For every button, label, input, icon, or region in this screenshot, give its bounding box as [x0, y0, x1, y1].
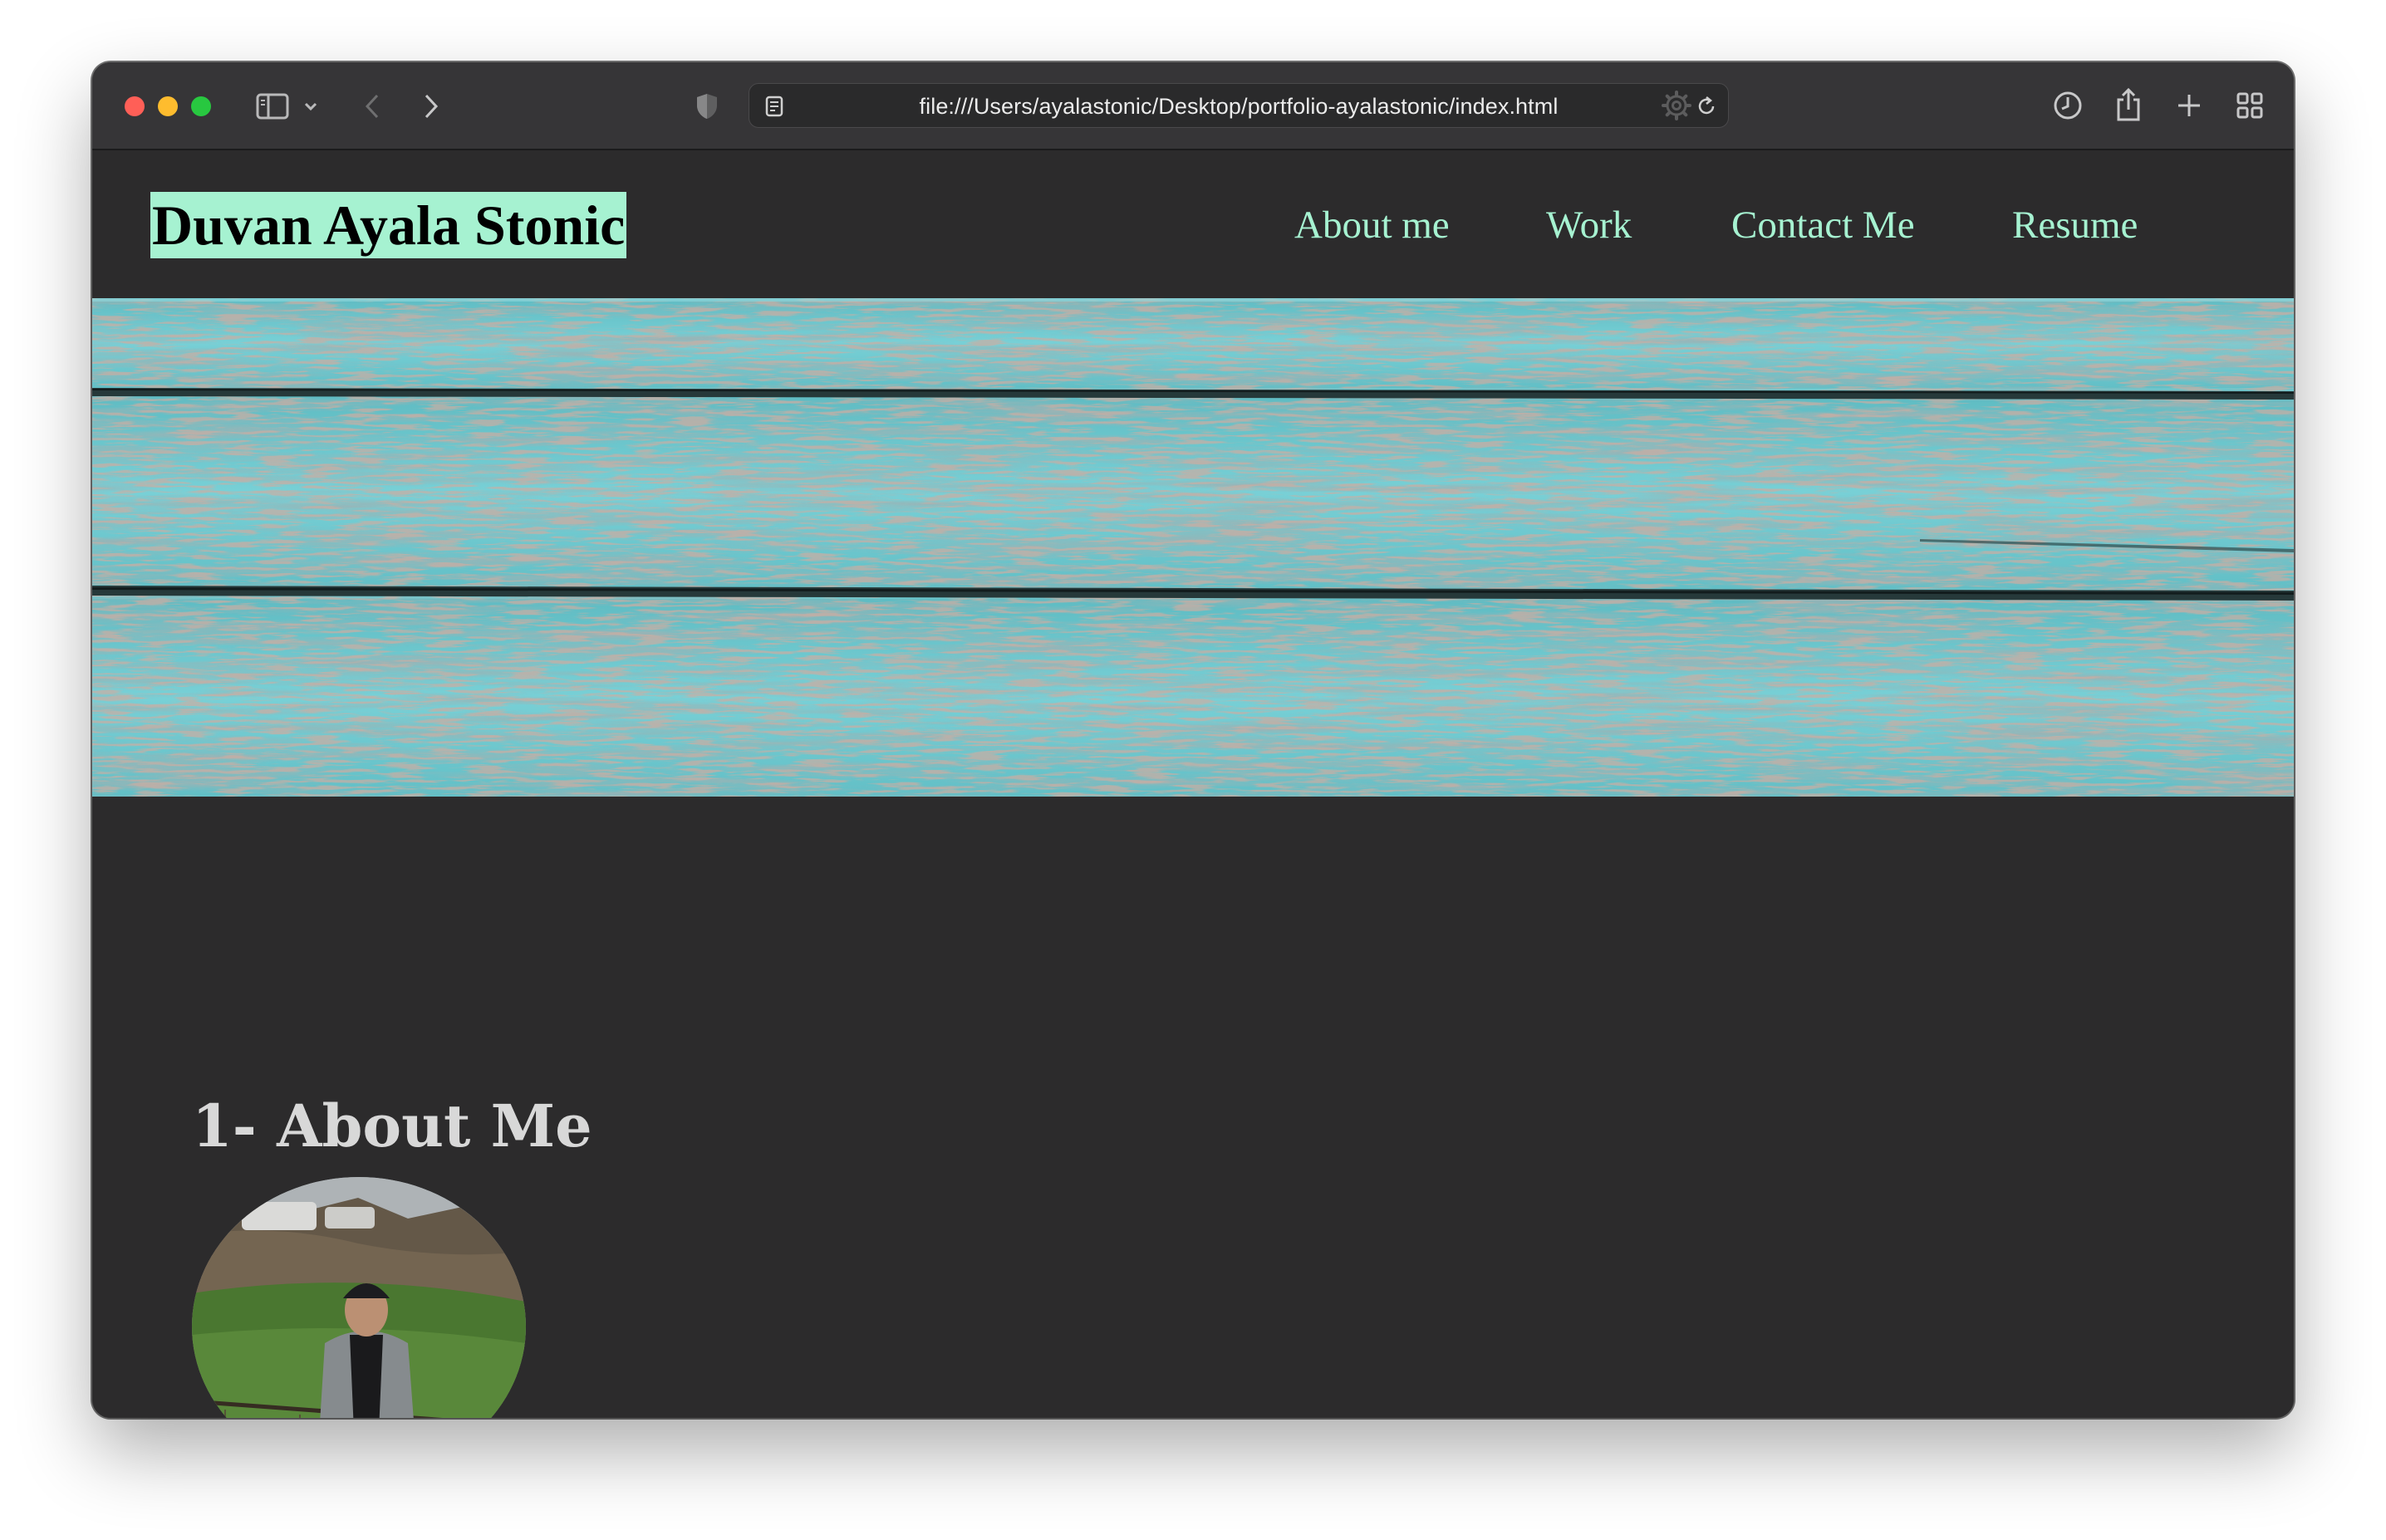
forward-icon[interactable]	[419, 91, 444, 122]
profile-photo	[192, 1177, 526, 1418]
shield-icon[interactable]	[693, 91, 721, 122]
gear-icon[interactable]	[1658, 87, 1695, 124]
zoom-window-button[interactable]	[191, 96, 211, 116]
tab-overview-icon[interactable]	[2234, 90, 2266, 121]
nav-resume[interactable]: Resume	[2012, 199, 2138, 252]
history-icon[interactable]	[2050, 88, 2085, 123]
url-text[interactable]: file:///Users/ayalastonic/Desktop/portfo…	[749, 84, 1728, 129]
nav-work[interactable]: Work	[1546, 199, 1632, 252]
browser-toolbar: file:///Users/ayalastonic/Desktop/portfo…	[92, 62, 2294, 150]
address-bar[interactable]: file:///Users/ayalastonic/Desktop/portfo…	[749, 83, 1729, 128]
reload-icon[interactable]	[1693, 93, 1720, 120]
site-header: Duvan Ayala Stonic About me Work Contact…	[92, 150, 2294, 298]
back-icon[interactable]	[360, 91, 385, 122]
site-logo[interactable]: Duvan Ayala Stonic	[150, 192, 627, 258]
hero-banner-image	[92, 298, 2294, 797]
minimize-window-button[interactable]	[158, 96, 178, 116]
browser-window: file:///Users/ayalastonic/Desktop/portfo…	[92, 62, 2294, 1418]
section-title-about: 1- About Me	[192, 1091, 592, 1161]
web-page: Duvan Ayala Stonic About me Work Contact…	[92, 150, 2294, 1418]
close-window-button[interactable]	[125, 96, 145, 116]
sidebar-icon[interactable]	[254, 90, 291, 123]
plus-icon[interactable]	[2173, 90, 2205, 121]
nav-contact-me[interactable]: Contact Me	[1731, 199, 1915, 252]
nav-about-me[interactable]: About me	[1294, 199, 1450, 252]
share-icon[interactable]	[2112, 85, 2145, 125]
chevron-down-icon[interactable]	[302, 98, 319, 115]
